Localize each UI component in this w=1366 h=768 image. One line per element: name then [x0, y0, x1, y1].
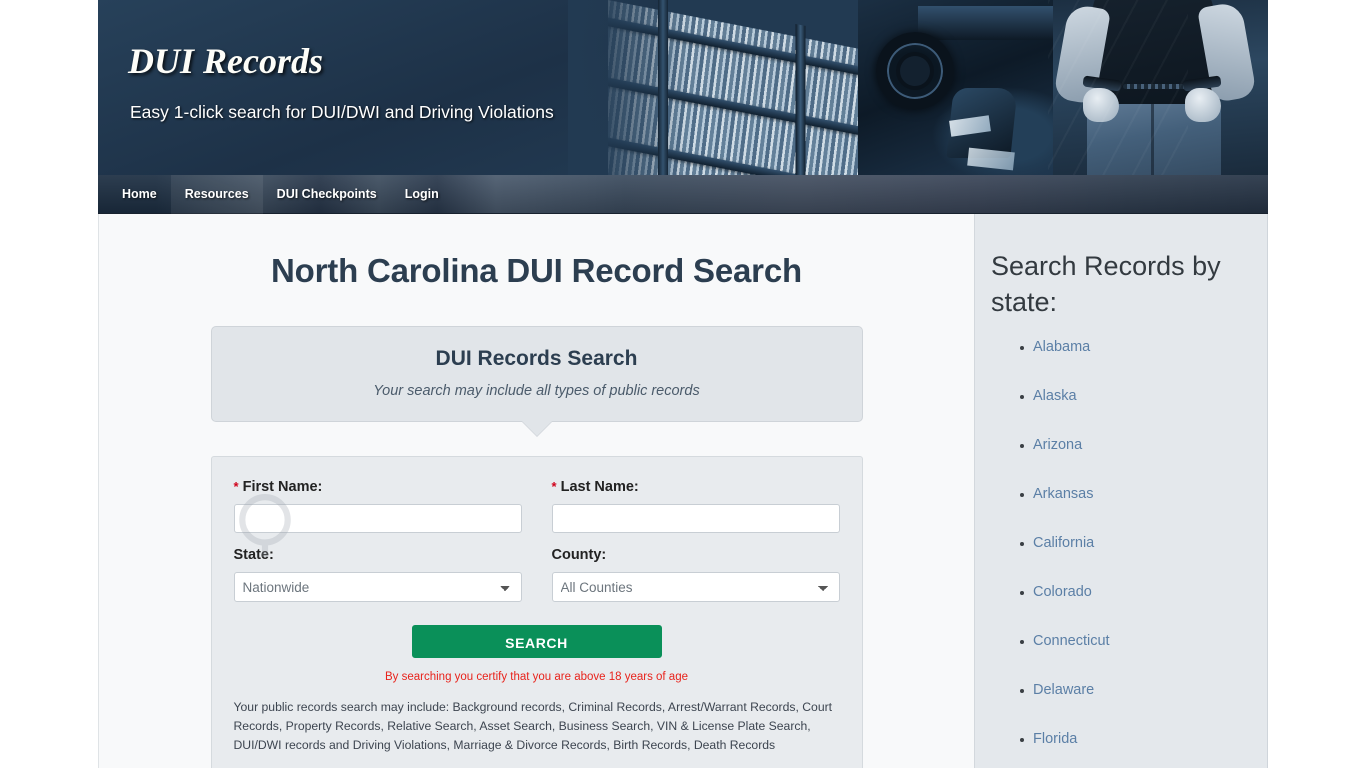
list-item: California: [1020, 535, 1267, 551]
state-link-alaska[interactable]: Alaska: [1033, 388, 1077, 404]
location-fields-row: State: Nationwide County: All Counties: [233, 547, 840, 602]
last-name-group: * Last Name:: [551, 479, 840, 533]
first-name-group: * First Name:: [233, 479, 522, 533]
state-label: State:: [233, 547, 274, 563]
search-button[interactable]: SEARCH: [411, 625, 662, 658]
dui-search-form: * First Name: * Last Name: State: Nation…: [210, 456, 863, 768]
search-callout-wrapper: DUI Records Search Your search may inclu…: [210, 326, 863, 436]
state-link-arkansas[interactable]: Arkansas: [1033, 486, 1093, 502]
county-group: County: All Counties: [551, 547, 840, 602]
callout-title: DUI Records Search: [435, 347, 638, 370]
site-header-banner: DUI Records Easy 1-click search for DUI/…: [98, 0, 1268, 175]
first-name-input[interactable]: [233, 504, 522, 533]
banner-gradient-fade: [568, 0, 688, 175]
name-fields-row: * First Name: * Last Name:: [233, 479, 840, 533]
site-tagline: Easy 1-click search for DUI/DWI and Driv…: [130, 102, 554, 122]
nav-item-dui-checkpoints[interactable]: DUI Checkpoints: [263, 175, 391, 214]
county-select[interactable]: All Counties: [551, 572, 840, 602]
main-navigation-bar: Home Resources DUI Checkpoints Login: [98, 175, 1268, 214]
main-content: North Carolina DUI Record Search DUI Rec…: [98, 214, 974, 768]
banner-photo-collage: [608, 0, 1268, 175]
list-item: Connecticut: [1020, 633, 1267, 649]
last-name-label-text: Last Name:: [560, 479, 639, 495]
list-item: Arkansas: [1020, 486, 1267, 502]
nav-item-resources[interactable]: Resources: [170, 175, 263, 214]
state-link-colorado[interactable]: Colorado: [1033, 584, 1092, 600]
required-asterisk: *: [551, 479, 557, 494]
nav-item-login[interactable]: Login: [391, 175, 453, 214]
list-item: Arizona: [1020, 437, 1267, 453]
state-link-florida[interactable]: Florida: [1033, 731, 1077, 747]
list-item: Colorado: [1020, 584, 1267, 600]
nav-item-list: Home Resources DUI Checkpoints Login: [98, 175, 1268, 214]
list-item: Florida: [1020, 731, 1267, 747]
certify-notice: By searching you certify that you are ab…: [384, 671, 688, 683]
sidebar-title: Search Records by state:: [991, 251, 1221, 318]
required-asterisk: *: [233, 479, 239, 494]
search-callout-box: DUI Records Search Your search may inclu…: [210, 326, 863, 422]
state-sidebar: Search Records by state: Alabama Alaska …: [974, 214, 1268, 768]
page-container: DUI Records Easy 1-click search for DUI/…: [98, 0, 1268, 768]
state-link-alabama[interactable]: Alabama: [1033, 339, 1090, 355]
last-name-label: * Last Name:: [552, 479, 840, 495]
state-link-arizona[interactable]: Arizona: [1033, 437, 1082, 453]
state-link-delaware[interactable]: Delaware: [1033, 682, 1094, 698]
state-link-list: Alabama Alaska Arizona Arkansas Californ…: [991, 339, 1267, 747]
callout-subtitle: Your search may include all types of pub…: [373, 383, 700, 399]
first-name-label: * First Name:: [234, 479, 522, 495]
page-body: North Carolina DUI Record Search DUI Rec…: [98, 214, 1268, 768]
callout-arrow-icon: [521, 421, 552, 436]
site-title: DUI Records: [128, 41, 323, 81]
state-group: State: Nationwide: [233, 547, 522, 602]
last-name-input[interactable]: [551, 504, 840, 533]
search-button-wrapper: SEARCH: [234, 625, 840, 658]
records-disclaimer: Your public records search may include: …: [233, 700, 833, 752]
list-item: Delaware: [1020, 682, 1267, 698]
state-link-connecticut[interactable]: Connecticut: [1033, 633, 1110, 649]
list-item: Alaska: [1020, 388, 1267, 404]
state-select[interactable]: Nationwide: [233, 572, 522, 602]
state-link-california[interactable]: California: [1033, 535, 1094, 551]
nav-item-home[interactable]: Home: [108, 175, 171, 214]
list-item: Alabama: [1020, 339, 1267, 355]
first-name-label-text: First Name:: [242, 479, 323, 495]
page-title: North Carolina DUI Record Search: [271, 252, 802, 289]
county-label: County:: [551, 547, 607, 563]
